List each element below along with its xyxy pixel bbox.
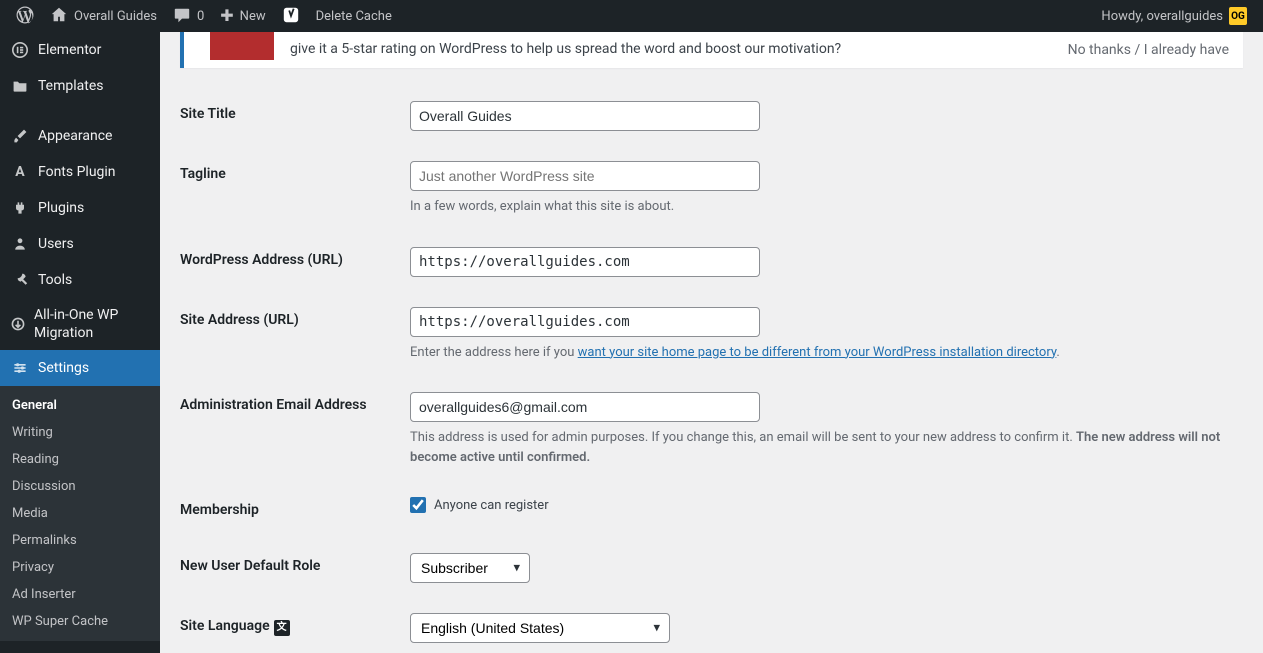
comment-count: 0 xyxy=(197,9,204,24)
sidebar-item-label: Plugins xyxy=(38,200,84,216)
submenu-adinserter[interactable]: Ad Inserter xyxy=(0,581,160,608)
notice-text: give it a 5-star rating on WordPress to … xyxy=(290,33,1054,67)
site-lang-select[interactable]: English (United States) xyxy=(410,613,670,643)
site-url-label: Site Address (URL) xyxy=(180,292,400,378)
sidebar-item-templates[interactable]: Templates xyxy=(0,68,160,104)
submenu-permalinks[interactable]: Permalinks xyxy=(0,527,160,554)
elementor-icon xyxy=(10,40,30,60)
membership-checkbox-label: Anyone can register xyxy=(434,498,549,513)
wp-logo[interactable] xyxy=(8,0,42,32)
site-title-label: Site Title xyxy=(180,86,400,146)
admin-email-input[interactable] xyxy=(410,392,760,422)
submenu-privacy[interactable]: Privacy xyxy=(0,554,160,581)
home-icon xyxy=(50,6,68,27)
sliders-icon xyxy=(10,358,30,378)
sidebar-item-users[interactable]: Users xyxy=(0,226,160,262)
sidebar-item-migration[interactable]: All-in-One WP Migration xyxy=(0,298,160,350)
yoast-link[interactable] xyxy=(274,0,308,32)
tagline-help: In a few words, explain what this site i… xyxy=(410,197,1233,217)
site-url-input[interactable] xyxy=(410,307,760,337)
sidebar-item-label: Elementor xyxy=(38,42,101,58)
rating-notice: give it a 5-star rating on WordPress to … xyxy=(180,32,1243,68)
avatar: OG xyxy=(1229,7,1247,25)
sidebar-item-label: All-in-One WP Migration xyxy=(34,306,150,342)
site-url-help-link[interactable]: want your site home page to be different… xyxy=(578,345,1057,360)
plug-icon xyxy=(10,198,30,218)
admin-bar: Overall Guides 0 ✚ New Delete Cache Howdy… xyxy=(0,0,1263,32)
delete-cache-link[interactable]: Delete Cache xyxy=(308,0,400,32)
folder-icon xyxy=(10,76,30,96)
site-url-help: Enter the address here if you want your … xyxy=(410,343,1233,363)
site-title-input[interactable] xyxy=(410,101,760,131)
sidebar-item-plugins[interactable]: Plugins xyxy=(0,190,160,226)
sidebar-item-label: Tools xyxy=(38,272,72,288)
sidebar-item-label: Users xyxy=(38,236,74,252)
sidebar-item-appearance[interactable]: Appearance xyxy=(0,118,160,154)
comment-icon xyxy=(173,6,191,27)
membership-checkbox[interactable] xyxy=(410,497,426,513)
submenu-general[interactable]: General xyxy=(0,392,160,419)
sidebar-item-label: Appearance xyxy=(38,128,112,144)
default-role-select[interactable]: Subscriber xyxy=(410,553,530,583)
membership-label: Membership xyxy=(180,482,400,538)
default-role-label: New User Default Role xyxy=(180,538,400,598)
yoast-icon xyxy=(282,6,300,27)
submenu-media[interactable]: Media xyxy=(0,500,160,527)
settings-submenu: General Writing Reading Discussion Media… xyxy=(0,386,160,641)
brush-icon xyxy=(10,126,30,146)
wordpress-icon xyxy=(16,6,34,27)
sidebar-item-fonts[interactable]: A Fonts Plugin xyxy=(0,154,160,190)
delete-cache-label: Delete Cache xyxy=(316,9,392,24)
sidebar-item-label: Templates xyxy=(38,78,104,94)
submenu-discussion[interactable]: Discussion xyxy=(0,473,160,500)
sidebar-item-elementor[interactable]: Elementor xyxy=(0,32,160,68)
howdy-text: Howdy, overallguides xyxy=(1101,9,1223,24)
site-name: Overall Guides xyxy=(74,9,157,24)
notice-thumbnail xyxy=(210,32,274,60)
wrench-icon xyxy=(10,270,30,290)
howdy-link[interactable]: Howdy, overallguides OG xyxy=(1093,0,1255,32)
admin-email-label: Administration Email Address xyxy=(180,377,400,482)
tagline-label: Tagline xyxy=(180,146,400,232)
settings-form: Site Title Tagline In a few words, expla… xyxy=(180,86,1243,653)
wp-url-label: WordPress Address (URL) xyxy=(180,232,400,292)
submenu-wpsupercache[interactable]: WP Super Cache xyxy=(0,608,160,635)
new-link[interactable]: ✚ New xyxy=(212,0,273,32)
translate-icon: 文 xyxy=(274,620,290,636)
sidebar-item-label: Fonts Plugin xyxy=(38,164,116,180)
notice-dismiss-link[interactable]: No thanks / I already have xyxy=(1054,34,1243,66)
font-icon: A xyxy=(10,162,30,182)
submenu-reading[interactable]: Reading xyxy=(0,446,160,473)
tagline-input[interactable] xyxy=(410,161,760,191)
new-label: New xyxy=(240,9,266,24)
plus-icon: ✚ xyxy=(220,8,233,24)
admin-sidebar: Elementor Templates Appearance A Fonts Pl… xyxy=(0,32,160,653)
submenu-writing[interactable]: Writing xyxy=(0,419,160,446)
comments-link[interactable]: 0 xyxy=(165,0,212,32)
sidebar-item-label: Settings xyxy=(38,360,89,376)
admin-email-help: This address is used for admin purposes.… xyxy=(410,428,1233,467)
migration-icon xyxy=(10,314,26,334)
site-name-link[interactable]: Overall Guides xyxy=(42,0,165,32)
content-area: give it a 5-star rating on WordPress to … xyxy=(160,32,1263,653)
sidebar-item-tools[interactable]: Tools xyxy=(0,262,160,298)
site-lang-label: Site Language文 xyxy=(180,598,400,653)
wp-url-input[interactable] xyxy=(410,247,760,277)
sidebar-item-settings[interactable]: Settings xyxy=(0,350,160,386)
user-icon xyxy=(10,234,30,254)
